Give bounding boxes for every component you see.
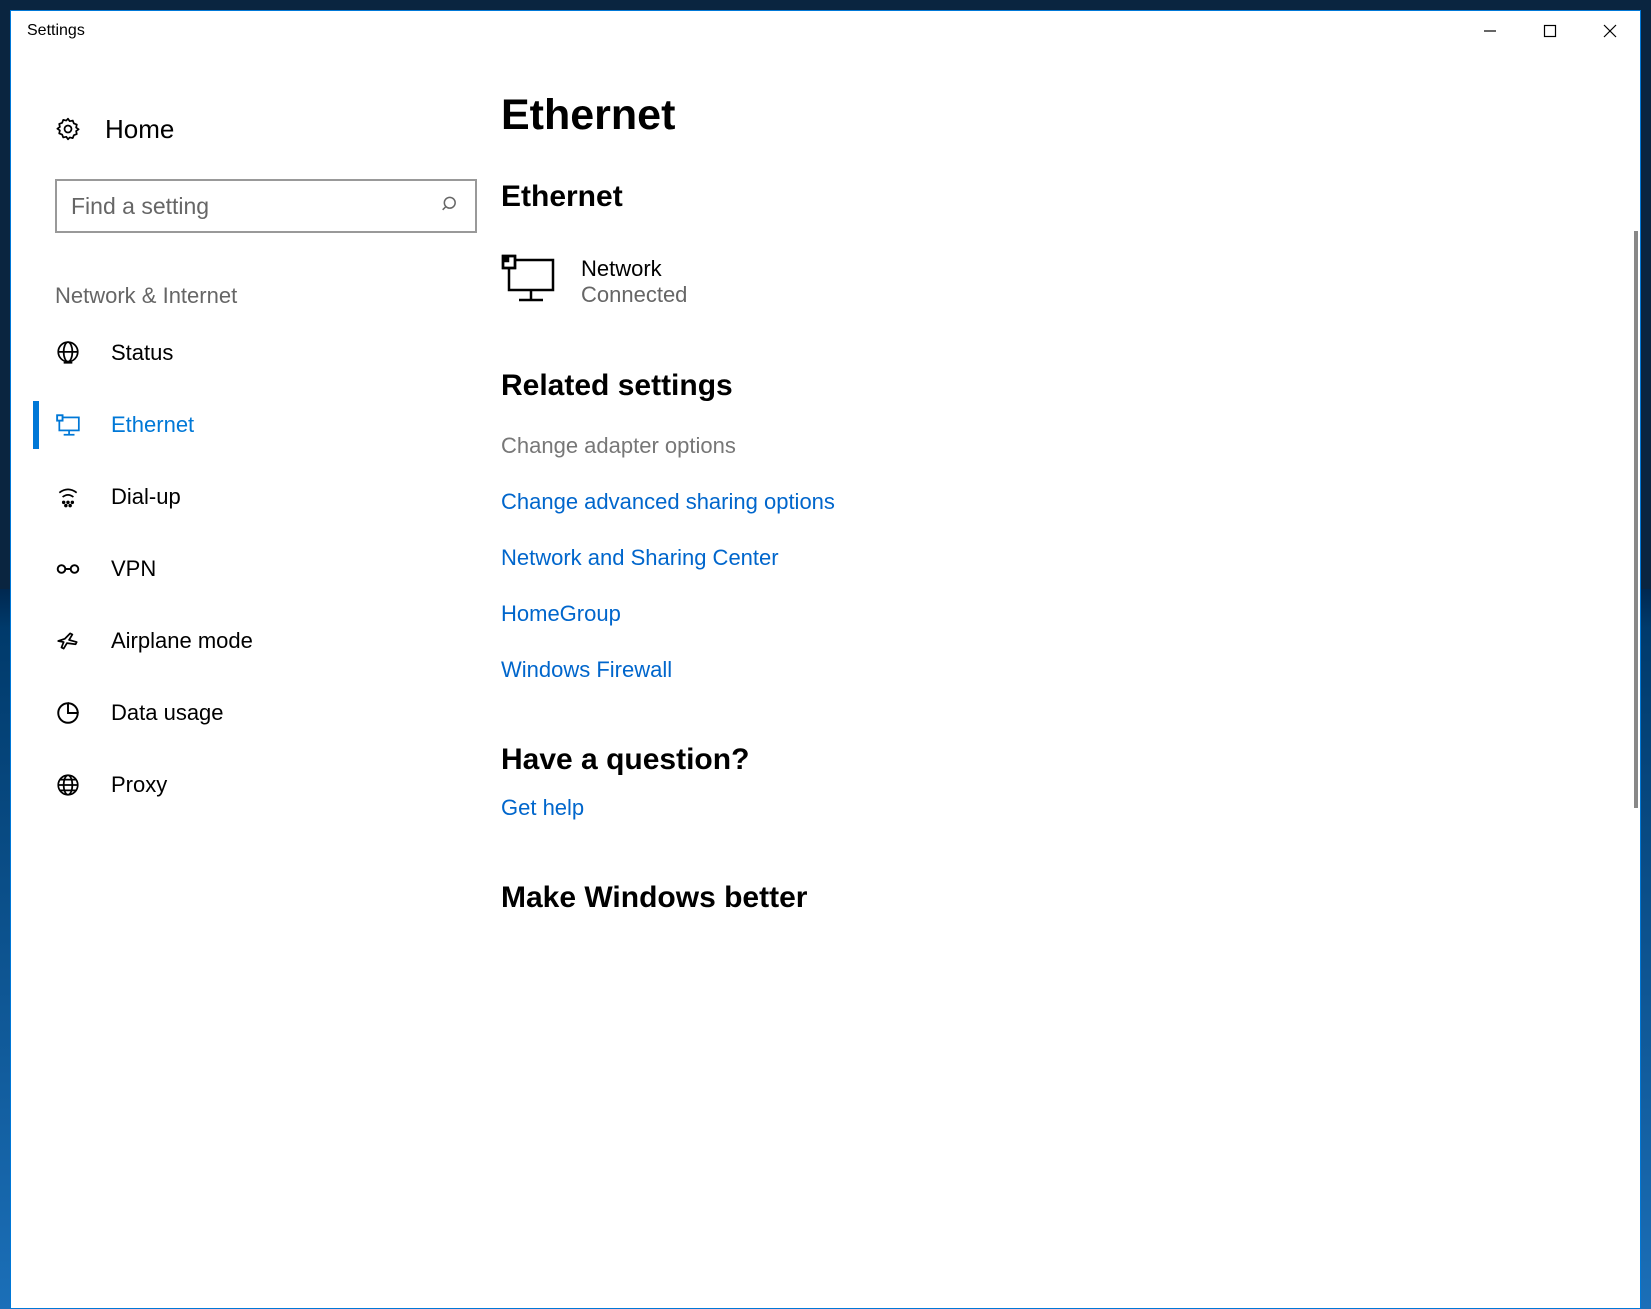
link-get-help[interactable]: Get help xyxy=(501,795,584,820)
link-homegroup[interactable]: HomeGroup xyxy=(501,601,1640,627)
home-button[interactable]: Home xyxy=(11,101,501,157)
link-windows-firewall[interactable]: Windows Firewall xyxy=(501,657,1640,683)
page-title: Ethernet xyxy=(501,91,1640,140)
window-title: Settings xyxy=(27,22,85,40)
sidebar-item-status[interactable]: Status xyxy=(11,317,501,389)
settings-window: Settings Home xyxy=(10,10,1641,1309)
proxy-icon xyxy=(55,772,81,798)
link-change-advanced-sharing[interactable]: Change advanced sharing options xyxy=(501,489,1640,515)
sidebar-item-label: Proxy xyxy=(111,772,167,798)
related-settings-heading: Related settings xyxy=(501,369,1640,403)
home-label: Home xyxy=(105,114,174,145)
sidebar-item-ethernet[interactable]: Ethernet xyxy=(11,389,501,461)
sidebar-item-label: Dial-up xyxy=(111,484,181,510)
search-input[interactable] xyxy=(71,193,422,220)
ethernet-icon xyxy=(55,412,81,438)
sidebar-item-dialup[interactable]: Dial-up xyxy=(11,461,501,533)
question-heading: Have a question? xyxy=(501,743,1640,777)
search-icon xyxy=(441,193,461,220)
vpn-icon xyxy=(55,556,81,582)
search-input-container[interactable] xyxy=(55,179,477,233)
status-icon xyxy=(55,340,81,366)
sidebar-item-label: Data usage xyxy=(111,700,224,726)
airplane-icon xyxy=(55,628,81,654)
scrollbar[interactable] xyxy=(1634,231,1638,808)
maximize-button[interactable] xyxy=(1520,11,1580,51)
sidebar-item-label: Airplane mode xyxy=(111,628,253,654)
network-status: Connected xyxy=(581,282,687,308)
close-button[interactable] xyxy=(1580,11,1640,51)
window-controls xyxy=(1460,11,1640,51)
sidebar-item-label: Status xyxy=(111,340,173,366)
sidebar-item-proxy[interactable]: Proxy xyxy=(11,749,501,821)
data-usage-icon xyxy=(55,700,81,726)
minimize-button[interactable] xyxy=(1460,11,1520,51)
network-text: Network Connected xyxy=(581,256,687,308)
content-area: Ethernet Ethernet Network Connected Rela… xyxy=(501,51,1640,1308)
gear-icon xyxy=(55,116,81,142)
network-monitor-icon xyxy=(501,254,555,309)
sidebar-item-vpn[interactable]: VPN xyxy=(11,533,501,605)
sidebar-item-label: Ethernet xyxy=(111,412,194,438)
sub-heading: Ethernet xyxy=(501,180,1640,214)
link-change-adapter-options[interactable]: Change adapter options xyxy=(501,433,1640,459)
network-name: Network xyxy=(581,256,687,282)
dialup-icon xyxy=(55,484,81,510)
sidebar-item-label: VPN xyxy=(111,556,156,582)
sidebar-item-airplane[interactable]: Airplane mode xyxy=(11,605,501,677)
sidebar-item-datausage[interactable]: Data usage xyxy=(11,677,501,749)
make-better-heading: Make Windows better xyxy=(501,881,1640,915)
section-label: Network & Internet xyxy=(11,233,501,317)
network-item[interactable]: Network Connected xyxy=(501,254,1640,309)
titlebar: Settings xyxy=(11,11,1640,51)
sidebar: Home Network & Internet Status Ether xyxy=(11,51,501,1308)
link-network-sharing-center[interactable]: Network and Sharing Center xyxy=(501,545,1640,571)
